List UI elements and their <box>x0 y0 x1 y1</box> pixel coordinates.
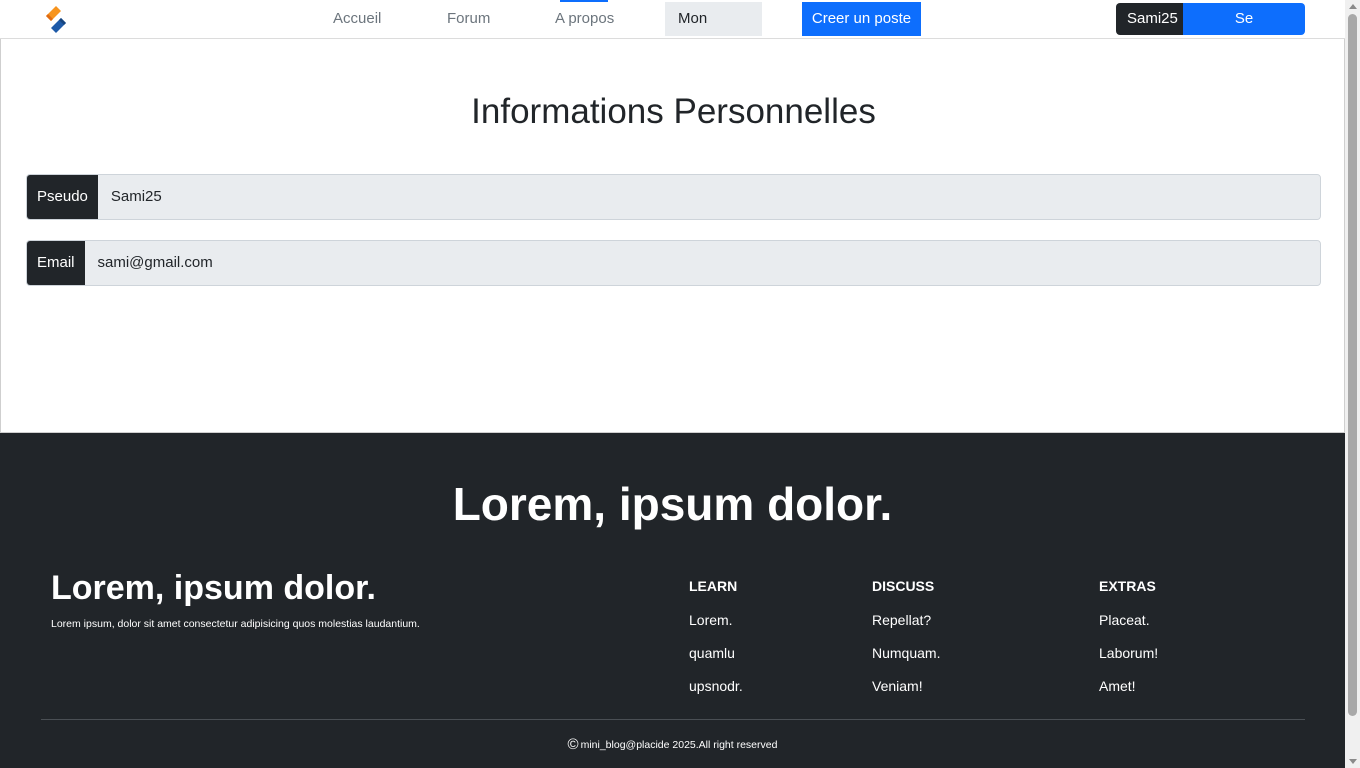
scrollbar-thumb[interactable] <box>1348 14 1357 716</box>
page-title: Informations Personnelles <box>471 92 876 131</box>
footer-column-heading: LEARN <box>689 578 738 594</box>
footer-link[interactable]: quamlu <box>689 645 743 662</box>
footer-column-extras: EXTRAS Placeat. Laborum! Amet! <box>1099 578 1158 711</box>
nav-link-mon-profile[interactable]: Mon profile <box>665 2 762 61</box>
nav-link-apropos[interactable]: A propos <box>542 2 627 36</box>
footer-divider <box>41 719 1305 720</box>
nav-link-forum[interactable]: Forum <box>434 2 503 36</box>
footer-link[interactable]: Amet! <box>1099 678 1158 695</box>
copyright-icon: © <box>567 736 579 753</box>
scroll-down-arrow-icon[interactable] <box>1349 759 1357 764</box>
site-logo-icon[interactable] <box>42 4 70 35</box>
user-button-group: Sami25 Se deconnecter <box>1116 3 1305 35</box>
nav-link-accueil[interactable]: Accueil <box>320 2 394 36</box>
username-badge[interactable]: Sami25 <box>1116 3 1183 35</box>
footer-link[interactable]: Lorem. <box>689 612 743 629</box>
footer-column-discuss: DISCUSS Repellat? Numquam. Veniam! <box>872 578 940 711</box>
footer-link[interactable]: Placeat. <box>1099 612 1158 629</box>
copyright-text: © mini_blog@placide 2025.All right reserv… <box>0 736 1345 753</box>
vertical-scrollbar[interactable] <box>1345 0 1360 768</box>
site-footer: Lorem, ipsum dolor. Lorem, ipsum dolor. … <box>0 433 1345 768</box>
pseudo-label: Pseudo <box>27 175 98 219</box>
footer-brand-description: Lorem ipsum, dolor sit amet consectetur … <box>51 618 420 630</box>
pseudo-field-group: Pseudo Sami25 <box>26 174 1321 220</box>
pseudo-input[interactable]: Sami25 <box>97 175 1320 219</box>
footer-link[interactable]: Repellat? <box>872 612 940 629</box>
footer-link[interactable]: Laborum! <box>1099 645 1158 662</box>
top-navbar: Accueil Forum A propos Mon profile Creer… <box>0 0 1345 61</box>
footer-link[interactable]: upsnodr. <box>689 678 743 695</box>
footer-column-learn: LEARN Lorem. quamlu upsnodr. <box>689 578 743 711</box>
email-label: Email <box>27 241 85 285</box>
create-post-button[interactable]: Creer un poste <box>802 2 921 36</box>
email-input[interactable]: sami@gmail.com <box>84 241 1320 285</box>
profile-card: Informations Personnelles Pseudo Sami25 … <box>0 39 1345 433</box>
footer-link[interactable]: Veniam! <box>872 678 940 695</box>
footer-column-heading: DISCUSS <box>872 578 935 594</box>
email-field-group: Email sami@gmail.com <box>26 240 1321 286</box>
copyright-label: mini_blog@placide 2025.All right reserve… <box>580 739 778 751</box>
footer-brand-title: Lorem, ipsum dolor. <box>51 569 376 607</box>
scroll-up-arrow-icon[interactable] <box>1349 4 1357 9</box>
logout-button[interactable]: Se deconnecter <box>1183 3 1305 35</box>
footer-hero-title: Lorem, ipsum dolor. <box>452 478 893 530</box>
footer-link[interactable]: Numquam. <box>872 645 940 662</box>
footer-column-heading: EXTRAS <box>1099 578 1156 594</box>
